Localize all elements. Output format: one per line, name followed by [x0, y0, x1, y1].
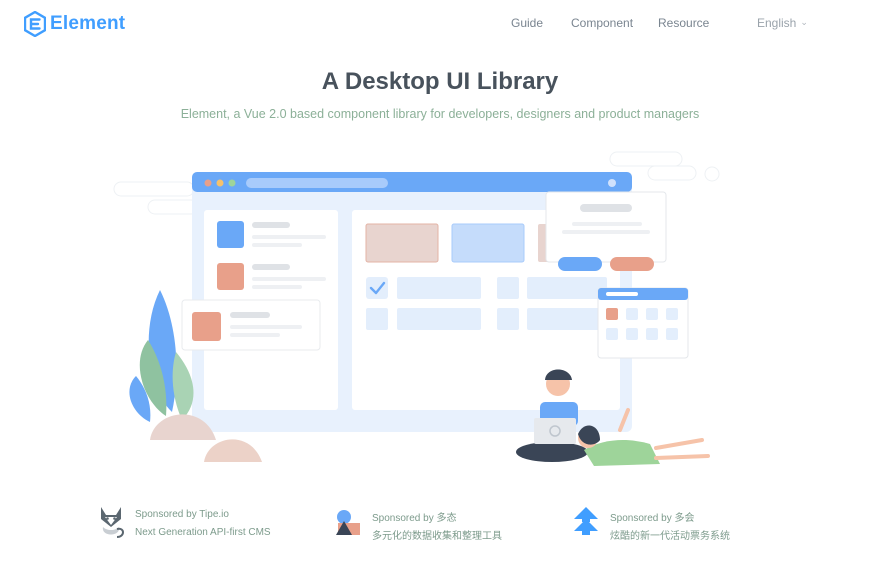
hero-illustration [113, 151, 720, 466]
shapes-icon [336, 510, 360, 535]
chevron-down-icon: ⌄ [800, 16, 808, 27]
calendar-illustration [597, 287, 689, 359]
logo[interactable]: Element [24, 10, 125, 38]
nav-resource[interactable]: Resource [658, 16, 709, 30]
language-selector[interactable]: English ⌄ [757, 16, 808, 30]
header: Element Guide Component Resource English… [0, 0, 880, 50]
logo-text: Element [50, 13, 126, 34]
sponsors-section: Sponsored by Tipe.io Next Generation API… [0, 495, 880, 555]
sponsor-description: Next Generation API-first CMS [135, 527, 271, 538]
dialog-illustration [545, 191, 667, 271]
element-logo-icon [24, 11, 46, 37]
nav-component[interactable]: Component [571, 16, 633, 30]
sponsor-title: Sponsored by 多态 [372, 513, 457, 524]
sponsor-description: 炫酷的新一代活动票务系统 [610, 531, 730, 542]
page-title: A Desktop UI Library [321, 68, 559, 95]
sponsor-title: Sponsored by 多会 [610, 513, 695, 524]
sponsor-description: 多元化的数据收集和整理工具 [372, 531, 502, 542]
arrow-stack-icon [574, 507, 598, 535]
sponsor-title: Sponsored by Tipe.io [135, 509, 229, 520]
language-label: English [757, 16, 797, 30]
fox-icon [101, 507, 124, 538]
nav-guide[interactable]: Guide [511, 16, 543, 30]
page-subtitle: Element, a Vue 2.0 based component libra… [180, 107, 700, 121]
floating-card-illustration [181, 299, 321, 351]
